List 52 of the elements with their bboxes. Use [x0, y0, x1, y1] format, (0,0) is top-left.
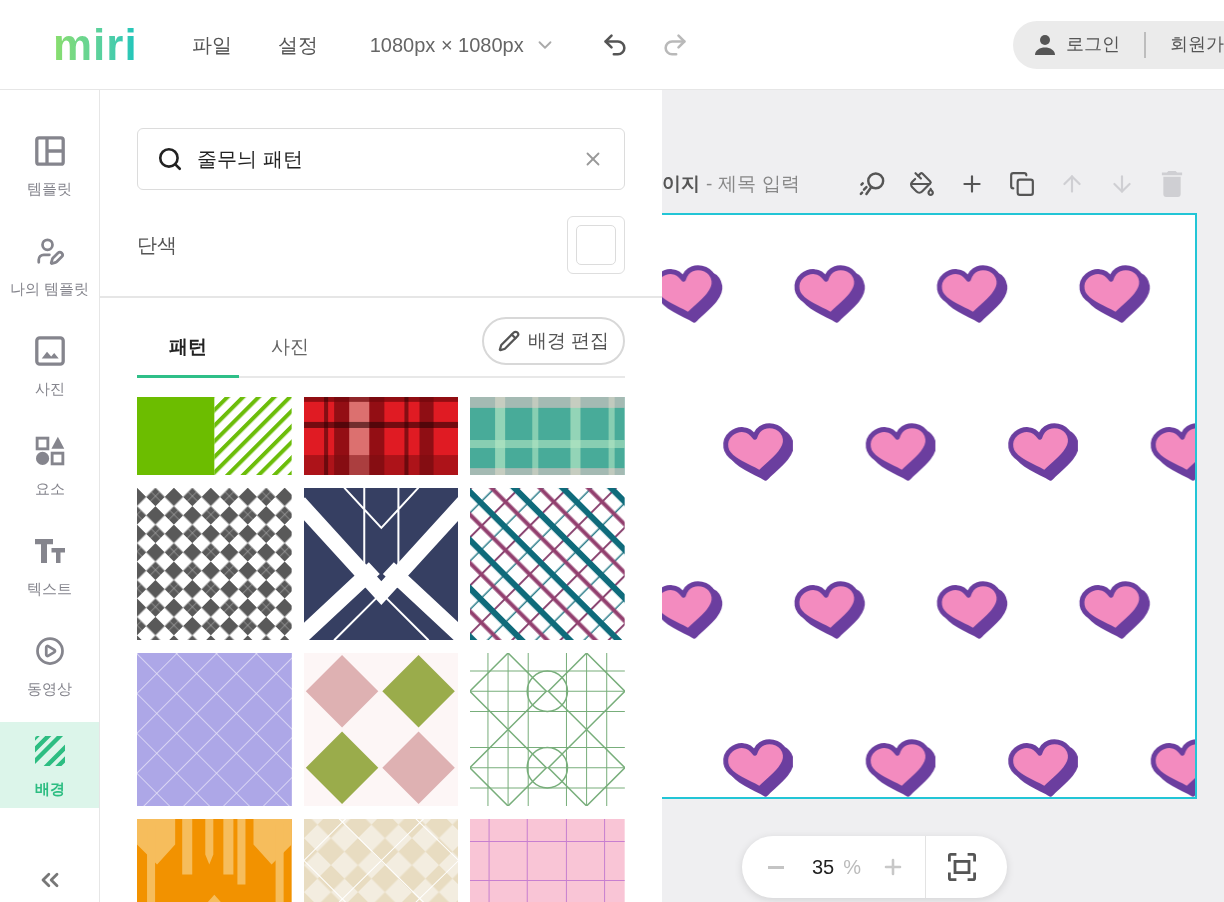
- sidebar-item[interactable]: 사진: [0, 322, 99, 408]
- grid-pattern-drawing[interactable]: [470, 819, 625, 902]
- menu-item[interactable]: 설정: [277, 29, 318, 60]
- diagonal-stripe-pattern-drawing[interactable]: [137, 397, 292, 475]
- magnifier-icon: [859, 171, 885, 197]
- paint-bucket-icon: [909, 171, 935, 197]
- tartan-pattern-drawing[interactable]: [303, 397, 459, 475]
- user-pen-icon: [34, 236, 65, 266]
- edit-background-button[interactable]: 배경 편집: [481, 317, 625, 365]
- argyle-pattern-drawing[interactable]: [303, 653, 459, 806]
- menu-item[interactable]: 파일: [191, 29, 232, 60]
- page-label: 이지: [662, 171, 700, 196]
- trash-icon: [1159, 171, 1185, 197]
- plaid-pattern-drawing[interactable]: [470, 397, 625, 475]
- diamond-pattern-drawing[interactable]: [303, 819, 459, 902]
- zigzag-bar-pattern-drawing[interactable]: [137, 819, 292, 902]
- sidebar-item[interactable]: 동영상: [0, 622, 99, 708]
- color-picker-button[interactable]: [567, 216, 625, 274]
- diagonal-lattice-pattern-drawing[interactable]: [137, 653, 292, 806]
- sidebar-item[interactable]: 나의 템플릿: [0, 222, 99, 308]
- title-field[interactable]: 제목 입력: [718, 169, 811, 199]
- search-field[interactable]: 줄무늬 패턴: [137, 128, 625, 190]
- signup-button[interactable]: 회원가: [1170, 31, 1224, 58]
- layout-icon: [34, 136, 65, 166]
- diagonal-crosshatch-pattern-drawing[interactable]: [470, 488, 625, 640]
- zoom-unit: %: [843, 855, 862, 880]
- copy-icon: [1009, 171, 1035, 197]
- zoom-value: 35: [812, 855, 835, 880]
- diamond-checker-pattern-drawing[interactable]: [137, 488, 292, 640]
- sidebar-item[interactable]: 템플릿: [0, 122, 99, 208]
- geometric-pattern-drawing[interactable]: [303, 488, 459, 640]
- pencil-icon: [497, 330, 520, 352]
- canvas-size-dropdown[interactable]: 1080px × 1080px: [369, 29, 556, 60]
- octagon-lattice-pattern-drawing[interactable]: [470, 653, 625, 806]
- color-swatch-icon: [576, 225, 616, 265]
- sidebar-item[interactable]: 텍스트: [0, 522, 99, 608]
- shapes-icon: [34, 436, 65, 466]
- person-icon: [1035, 34, 1055, 55]
- stripes-icon: [34, 736, 65, 766]
- play-circle-icon: [34, 636, 65, 666]
- sidebar-item[interactable]: 요소: [0, 422, 99, 508]
- solid-color-label: 단색: [137, 233, 177, 258]
- search-icon: [157, 146, 183, 172]
- minus-icon: [767, 865, 785, 869]
- fit-screen-icon: [948, 853, 977, 881]
- login-button[interactable]: 로그인: [1035, 31, 1120, 58]
- title-separator: -: [706, 171, 713, 196]
- tab[interactable]: 패턴: [137, 320, 239, 378]
- tab[interactable]: 사진: [239, 320, 341, 378]
- text-icon: [34, 536, 65, 566]
- image-icon: [34, 336, 65, 366]
- search-input[interactable]: 줄무늬 패턴: [197, 139, 582, 179]
